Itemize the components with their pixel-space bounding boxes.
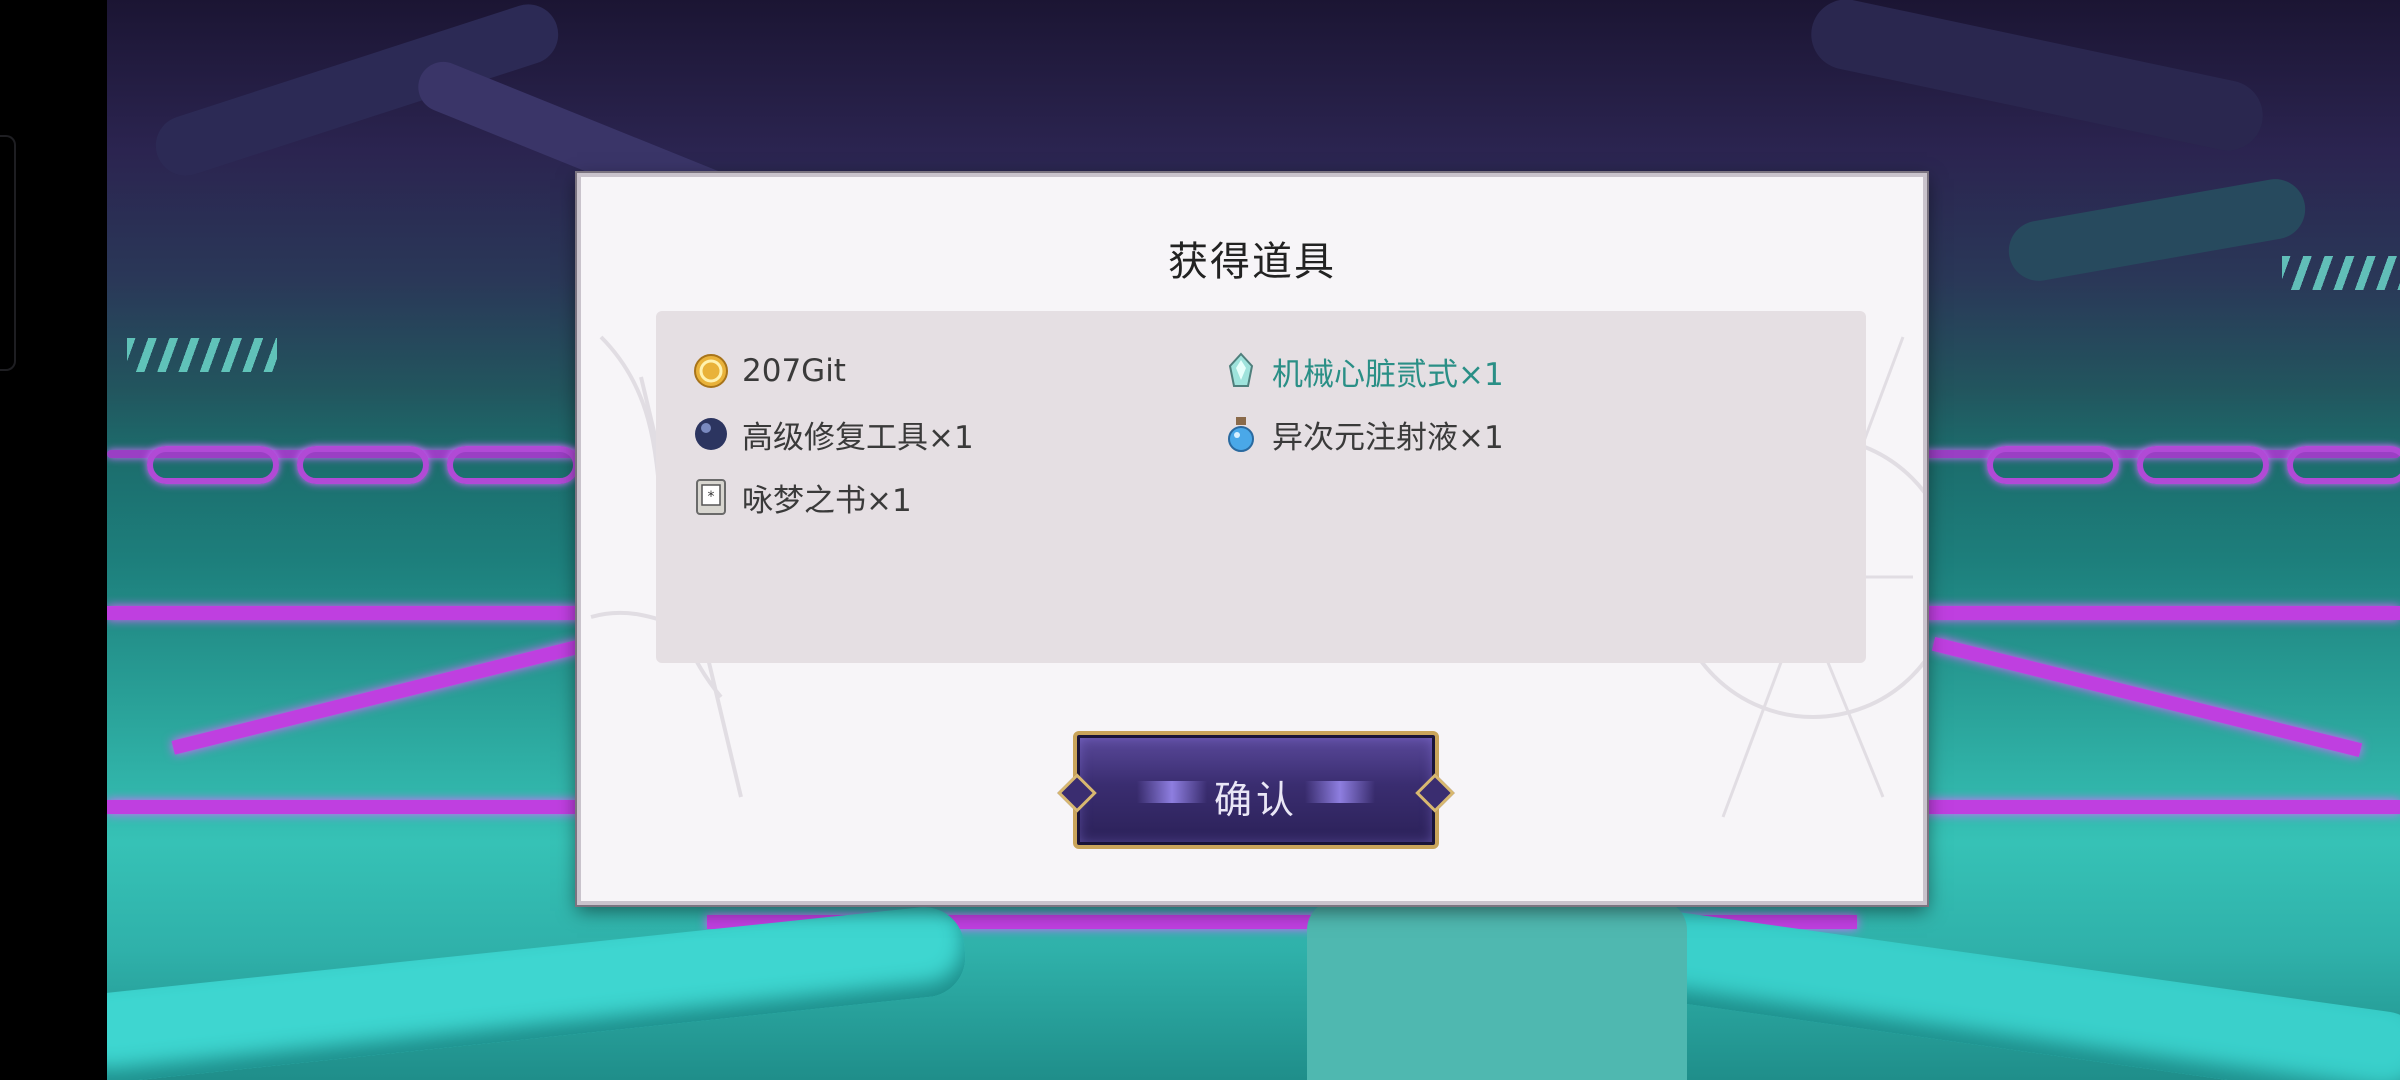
gold-coin-icon bbox=[692, 352, 730, 390]
background-pipe bbox=[1604, 903, 2400, 1080]
background-vent bbox=[2282, 256, 2400, 290]
confirm-button-label: 确认 bbox=[1213, 778, 1298, 822]
list-item: 207Git bbox=[692, 349, 846, 393]
confirm-button[interactable]: 确认 bbox=[1057, 731, 1455, 849]
dark-orb-icon bbox=[692, 415, 730, 453]
item-list-panel: 207Git 机械心脏贰式×1 高级修复工具×1 异次元注射液×1 * 咏梦之书… bbox=[656, 311, 1866, 663]
neon-chain-link bbox=[1987, 446, 2119, 484]
item-label: 咏梦之书×1 bbox=[742, 482, 912, 519]
screen-notch bbox=[0, 135, 16, 371]
neon-line bbox=[107, 800, 627, 814]
book-icon: * bbox=[692, 478, 730, 516]
screen-left-bezel bbox=[0, 0, 107, 1080]
item-reward-dialog: 获得道具 207Git 机械心脏贰式×1 高级修复工具×1 异次元注射液×1 *… bbox=[577, 173, 1927, 905]
neon-chain-link bbox=[147, 446, 279, 484]
neon-chain-link bbox=[2137, 446, 2269, 484]
neon-line bbox=[171, 639, 583, 755]
neon-line bbox=[1887, 800, 2400, 814]
svg-text:*: * bbox=[708, 489, 715, 505]
dialog-title: 获得道具 bbox=[1168, 239, 1336, 285]
background-pipe bbox=[1804, 0, 2270, 158]
list-item: 异次元注射液×1 bbox=[1222, 412, 1504, 456]
neon-chain-link bbox=[2287, 446, 2400, 484]
potion-bottle-icon bbox=[1222, 415, 1260, 453]
list-item: 高级修复工具×1 bbox=[692, 412, 974, 456]
background-machine bbox=[1307, 900, 1687, 1080]
list-item: * 咏梦之书×1 bbox=[692, 475, 912, 519]
list-item: 机械心脏贰式×1 bbox=[1222, 349, 1504, 393]
item-label: 高级修复工具×1 bbox=[742, 419, 974, 456]
item-label: 机械心脏贰式×1 bbox=[1272, 356, 1504, 393]
background-pipe bbox=[107, 903, 970, 1080]
neon-chain-link bbox=[297, 446, 429, 484]
crystal-heart-icon bbox=[1222, 352, 1260, 390]
item-label: 异次元注射液×1 bbox=[1272, 419, 1504, 456]
neon-line bbox=[1931, 636, 2363, 758]
neon-chain-link bbox=[447, 446, 579, 484]
item-label: 207Git bbox=[742, 353, 846, 389]
background-pipe bbox=[2004, 174, 2310, 286]
background-vent bbox=[127, 338, 277, 372]
